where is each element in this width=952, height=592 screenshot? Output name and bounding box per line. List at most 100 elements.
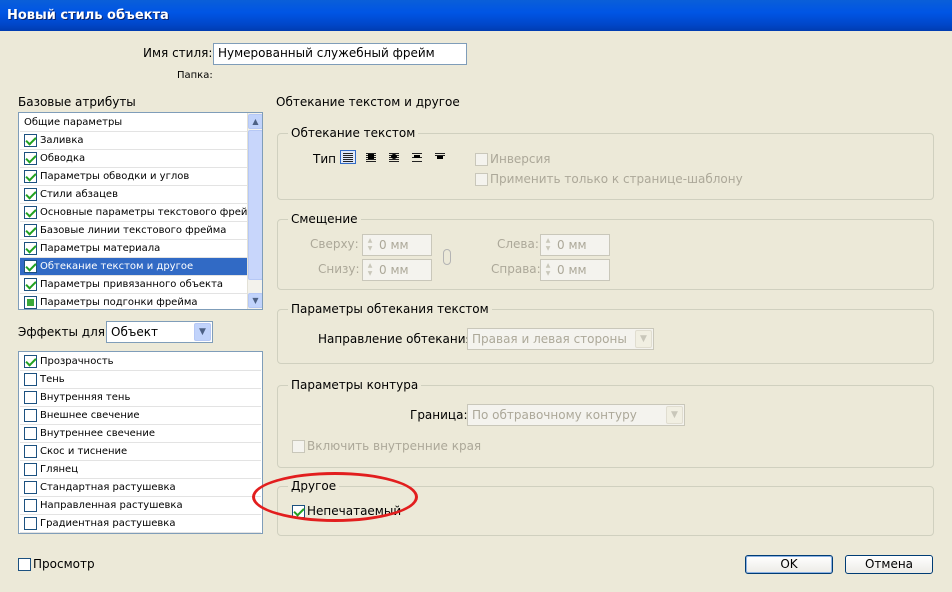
list-item-stroke[interactable]: Обводка [20,150,248,168]
list-item-story-options[interactable]: Параметры материала [20,240,248,258]
offset-bottom-label: Снизу: [318,262,360,276]
scroll-up-button[interactable]: ▲ [248,114,262,129]
list-item-text-frame-general[interactable]: Основные параметры текстового фрейма [20,204,261,222]
checkbox-text-frame-general[interactable] [24,206,37,219]
contour-border-label: Граница: [410,408,468,422]
effect-item-basic-feather[interactable]: Стандартная растушевка [20,479,261,497]
checkbox-basic-feather[interactable] [24,481,37,494]
checkbox-text-wrap-other[interactable] [24,260,37,273]
wrap-jump-object-icon[interactable] [409,150,425,164]
effect-item-gradient-feather[interactable]: Градиентная растушевка [20,515,261,533]
contour-border-dropdown[interactable]: По обтравочному контуру ▼ [467,404,685,426]
effects-for-dropdown[interactable]: Объект ▼ [106,321,213,343]
checkbox-fill[interactable] [24,134,37,147]
contour-options-group-title: Параметры контура [288,378,422,392]
offset-right-spinner[interactable]: ▲ ▼ 0 мм [540,259,610,281]
effect-item-bevel-emboss[interactable]: Скос и тиснение [20,443,261,461]
include-inside-edges-label: Включить внутренние края [307,439,482,453]
checkbox-drop-shadow[interactable] [24,373,37,386]
master-only-checkbox[interactable] [475,173,488,186]
cancel-button[interactable]: Отмена [845,555,933,574]
wrap-direction-dropdown[interactable]: Правая и левая стороны ▼ [467,328,654,350]
list-item-anchored-object[interactable]: Параметры привязанного объекта [20,276,248,294]
preview-checkbox[interactable] [18,558,31,571]
checkbox-inner-shadow[interactable] [24,391,37,404]
style-name-input[interactable]: Нумерованный служебный фрейм [213,43,467,65]
wrap-none-icon[interactable] [340,150,356,164]
effects-for-value: Объект [111,325,158,339]
effect-item-directional-feather[interactable]: Направленная растушевка [20,497,261,515]
scroll-down-button[interactable]: ▼ [248,293,262,308]
offset-left-spinner[interactable]: ▲ ▼ 0 мм [540,234,610,256]
checkbox-anchored-object[interactable] [24,278,37,291]
checkbox-bevel-emboss[interactable] [24,445,37,458]
offset-top-spinner[interactable]: ▲ ▼ 0 мм [362,234,432,256]
effect-item-inner-glow[interactable]: Внутреннее свечение [20,425,261,443]
checkbox-stroke[interactable] [24,152,37,165]
master-only-label: Применить только к странице-шаблону [490,172,743,186]
offset-left-label: Слева: [497,237,539,251]
wrap-bounding-box-icon[interactable] [363,150,379,164]
style-name-label: Имя стиля: [143,46,213,60]
effect-item-transparency[interactable]: Прозрачность [20,353,261,371]
list-item-paragraph-styles[interactable]: Стили абзацев [20,186,248,204]
checkbox-outer-glow[interactable] [24,409,37,422]
chevron-down-icon[interactable]: ▼ [666,406,683,424]
window-title-bar[interactable]: Новый стиль объекта [0,0,952,31]
list-item-frame-fitting[interactable]: Параметры подгонки фрейма [20,294,248,309]
text-wrap-group-title: Обтекание текстом [288,126,419,140]
checkbox-frame-fitting[interactable] [24,296,37,309]
nonprinting-label: Непечатаемый [307,504,402,518]
checkbox-directional-feather[interactable] [24,499,37,512]
text-wrap-group [277,133,934,200]
preview-label: Просмотр [33,557,95,571]
list-item-text-wrap-other[interactable]: Обтекание текстом и другое [20,258,248,276]
offset-bottom-spinner[interactable]: ▲ ▼ 0 мм [362,259,432,281]
effects-list[interactable]: Прозрачность Тень Внутренняя тень Внешне… [18,351,263,534]
checkbox-satin[interactable] [24,463,37,476]
invert-label: Инверсия [490,152,551,166]
folder-label: Папка: [177,70,213,81]
checkbox-paragraph-styles[interactable] [24,188,37,201]
wrap-jump-next-column-icon[interactable] [432,150,448,164]
offset-top-label: Сверху: [310,237,359,251]
effect-item-drop-shadow[interactable]: Тень [20,371,261,389]
window-title: Новый стиль объекта [7,8,169,23]
offset-right-label: Справа: [491,262,541,276]
effects-for-label: Эффекты для: [18,325,110,339]
checkbox-gradient-feather[interactable] [24,517,37,530]
effect-item-inner-shadow[interactable]: Внутренняя тень [20,389,261,407]
include-inside-edges-checkbox[interactable] [292,440,305,453]
list-item-baseline-options[interactable]: Базовые линии текстового фрейма [20,222,248,240]
link-chain-icon[interactable] [443,249,451,265]
basic-attributes-heading: Базовые атрибуты [18,95,136,109]
basic-attributes-scrollbar[interactable]: ▲ ▼ [247,113,262,309]
wrap-direction-label: Направление обтекания: [318,332,477,346]
spinner-arrows-icon[interactable]: ▲ ▼ [543,237,553,253]
checkbox-stroke-corner[interactable] [24,170,37,183]
panel-title: Обтекание текстом и другое [276,95,460,109]
invert-checkbox[interactable] [475,153,488,166]
chevron-down-icon[interactable]: ▼ [635,330,652,348]
effect-item-satin[interactable]: Глянец [20,461,261,479]
list-item-general[interactable]: Общие параметры [20,114,248,132]
checkbox-baseline-options[interactable] [24,224,37,237]
ok-button[interactable]: OK [745,555,833,574]
spinner-arrows-icon[interactable]: ▲ ▼ [365,262,375,278]
effect-item-outer-glow[interactable]: Внешнее свечение [20,407,261,425]
wrap-object-shape-icon[interactable] [386,150,402,164]
list-item-fill[interactable]: Заливка [20,132,248,150]
basic-attributes-list[interactable]: Общие параметры Заливка Обводка Параметр… [18,112,263,310]
scroll-thumb[interactable] [248,130,262,280]
chevron-down-icon[interactable]: ▼ [194,323,211,341]
list-item-stroke-corner[interactable]: Параметры обводки и углов [20,168,248,186]
other-group-title: Другое [288,479,340,493]
checkbox-story-options[interactable] [24,242,37,255]
spinner-arrows-icon[interactable]: ▲ ▼ [365,237,375,253]
checkbox-inner-glow[interactable] [24,427,37,440]
wrap-options-group-title: Параметры обтекания текстом [288,302,492,316]
nonprinting-checkbox[interactable] [292,505,305,518]
checkbox-transparency[interactable] [24,355,37,368]
wrap-type-label: Тип [313,152,336,166]
spinner-arrows-icon[interactable]: ▲ ▼ [543,262,553,278]
